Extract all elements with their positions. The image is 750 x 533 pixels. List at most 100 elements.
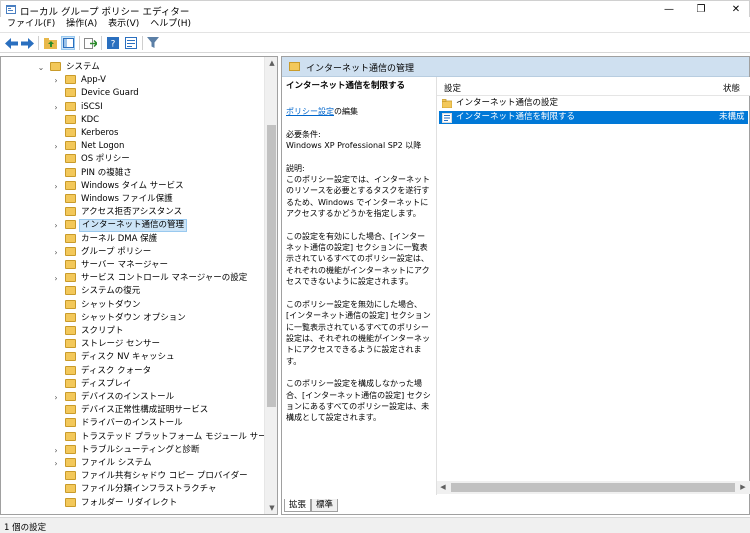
expand-chevron-icon[interactable]: ›	[52, 391, 60, 404]
tree-item-label: シャットダウン オプション	[81, 312, 186, 323]
tree-item-label: ファイル分類インフラストラクチャ	[81, 484, 217, 495]
setting-state: 未構成	[719, 112, 745, 122]
list-row-policy[interactable]: インターネット通信を制限する 未構成	[439, 111, 748, 124]
tree-item[interactable]: デバイス正常性構成証明サービス	[1, 404, 263, 417]
tree-item-label: システム	[66, 62, 100, 72]
expand-chevron-icon[interactable]: ›	[52, 272, 60, 285]
help-icon[interactable]: ?	[106, 36, 120, 50]
expand-chevron-icon[interactable]: ›	[52, 180, 60, 193]
tree-item[interactable]: › デバイスのインストール	[1, 391, 263, 404]
close-button[interactable]: ✕	[727, 3, 745, 16]
list-horizontal-scrollbar[interactable]: ◀ ▶	[437, 481, 750, 494]
scroll-up-arrow-icon[interactable]: ▲	[265, 57, 277, 69]
folder-icon	[65, 378, 76, 388]
explanation-paragraph-2: この設定を有効にした場合、[インターネット通信の設定] セクションに一覧表示され…	[286, 231, 430, 287]
tree-item[interactable]: Windows ファイル保護	[1, 193, 263, 206]
scroll-thumb[interactable]	[451, 483, 735, 492]
tree-item[interactable]: OS ポリシー	[1, 153, 263, 166]
tree-item[interactable]: › サービス コントロール マネージャーの設定	[1, 272, 263, 285]
folder-icon	[65, 326, 76, 335]
tree-item[interactable]: ストレージ センサー	[1, 338, 263, 351]
folder-icon	[65, 444, 76, 454]
tree-item-label: グループ ポリシー	[81, 246, 152, 257]
tree-item[interactable]: Device Guard	[1, 87, 263, 100]
tree-item[interactable]: › ファイル システム	[1, 457, 263, 470]
menu-file[interactable]: ファイル(F)	[3, 17, 59, 32]
tree-item-label: シャットダウン	[81, 299, 141, 310]
list-row-folder[interactable]: インターネット通信の設定	[439, 97, 748, 110]
status-bar: 1 個の設定	[0, 517, 750, 533]
expand-chevron-icon[interactable]: ›	[52, 140, 60, 153]
menu-action[interactable]: 操作(A)	[62, 17, 101, 32]
expand-chevron-icon[interactable]: ›	[52, 457, 60, 470]
tree-item[interactable]: ⌄ システム	[1, 61, 263, 74]
tree-item[interactable]: ディスク NV キャッシュ	[1, 351, 263, 364]
up-folder-icon[interactable]	[43, 36, 57, 50]
folder-icon	[65, 497, 76, 507]
forward-arrow-icon[interactable]	[20, 36, 34, 50]
restore-button[interactable]: ❐	[692, 3, 710, 16]
tree-item[interactable]: ファイル共有シャドウ コピー プロバイダー	[1, 470, 263, 483]
properties-icon[interactable]	[124, 36, 138, 50]
tree-item[interactable]: ディスプレイ	[1, 378, 263, 391]
scroll-thumb[interactable]	[267, 125, 276, 407]
folder-icon	[65, 431, 76, 441]
explanation-label: 説明:	[286, 163, 305, 173]
expand-chevron-icon[interactable]: ›	[52, 246, 60, 259]
menu-help[interactable]: ヘルプ(H)	[146, 17, 195, 32]
tree-vertical-scrollbar[interactable]: ▲ ▼	[264, 57, 277, 514]
show-hide-tree-icon[interactable]	[61, 36, 75, 50]
tree-item[interactable]: ファイル分類インフラストラクチャ	[1, 483, 263, 496]
tree-item[interactable]: システムの復元	[1, 285, 263, 298]
scroll-left-arrow-icon[interactable]: ◀	[437, 481, 449, 494]
back-arrow-icon[interactable]	[4, 36, 18, 50]
tree-item[interactable]: アクセス拒否アシスタンス	[1, 206, 263, 219]
tree-item[interactable]: › グループ ポリシー	[1, 246, 263, 259]
collapse-chevron-icon[interactable]: ⌄	[37, 61, 45, 74]
expand-chevron-icon[interactable]: ›	[52, 74, 60, 87]
tree-item[interactable]: シャットダウン オプション	[1, 312, 263, 325]
tree-item[interactable]: KDC	[1, 114, 263, 127]
tree-item-label: ディスク NV キャッシュ	[81, 352, 175, 363]
minimize-button[interactable]: —	[660, 3, 678, 16]
folder-icon	[50, 62, 61, 71]
tree-item[interactable]: › インターネット通信の管理	[1, 219, 263, 233]
column-header-setting[interactable]: 設定	[444, 82, 461, 94]
folder-icon	[65, 312, 76, 322]
folder-icon	[65, 392, 76, 401]
expand-chevron-icon[interactable]: ›	[52, 444, 60, 457]
tree-item-label: PIN の複雑さ	[81, 167, 132, 178]
tree-item[interactable]: › iSCSI	[1, 101, 263, 114]
tree-item[interactable]: シャットダウン	[1, 299, 263, 312]
filter-icon[interactable]	[146, 36, 160, 50]
tree-item[interactable]: › Windows タイム サービス	[1, 180, 263, 193]
tree-item-label: カーネル DMA 保護	[81, 233, 158, 244]
console-tree[interactable]: ⌄ システム › App-V Device Guard › iSCSI KDC Kerberos…	[0, 56, 278, 515]
tree-item[interactable]: Kerberos	[1, 127, 263, 140]
scroll-right-arrow-icon[interactable]: ▶	[737, 481, 749, 494]
expand-chevron-icon[interactable]: ›	[52, 219, 60, 232]
tree-item[interactable]: フォルダー リダイレクト	[1, 497, 263, 510]
tree-item[interactable]: › Net Logon	[1, 140, 263, 153]
expand-chevron-icon[interactable]: ›	[52, 101, 60, 114]
tree-item[interactable]: スクリプト	[1, 325, 263, 338]
export-list-icon[interactable]	[83, 36, 97, 50]
folder-icon	[65, 180, 76, 190]
group-policy-app-icon	[6, 5, 16, 14]
tree-item[interactable]: ディスク クォータ	[1, 365, 263, 378]
edit-policy-link[interactable]: ポリシー設定	[286, 107, 334, 116]
tab-extended[interactable]: 拡張	[284, 499, 312, 512]
tree-item[interactable]: カーネル DMA 保護	[1, 233, 263, 246]
scroll-down-arrow-icon[interactable]: ▼	[265, 502, 277, 514]
tree-item[interactable]: › App-V	[1, 74, 263, 87]
tree-item[interactable]: トラステッド プラットフォーム モジュール サービス	[1, 431, 277, 444]
settings-list[interactable]: 設定 状態 インターネット通信の設定 インターネット通信を制限する 未構成 ◀ …	[436, 77, 750, 495]
column-header-state[interactable]: 状態	[723, 82, 740, 94]
tree-item[interactable]: › トラブルシューティングと診断	[1, 444, 263, 457]
tree-item[interactable]: サーバー マネージャー	[1, 259, 263, 272]
menu-view[interactable]: 表示(V)	[104, 17, 143, 32]
folder-icon	[289, 62, 300, 71]
tree-item[interactable]: PIN の複雑さ	[1, 167, 263, 180]
tree-item[interactable]: ドライバーのインストール	[1, 417, 263, 430]
tab-standard[interactable]: 標準	[311, 499, 339, 512]
